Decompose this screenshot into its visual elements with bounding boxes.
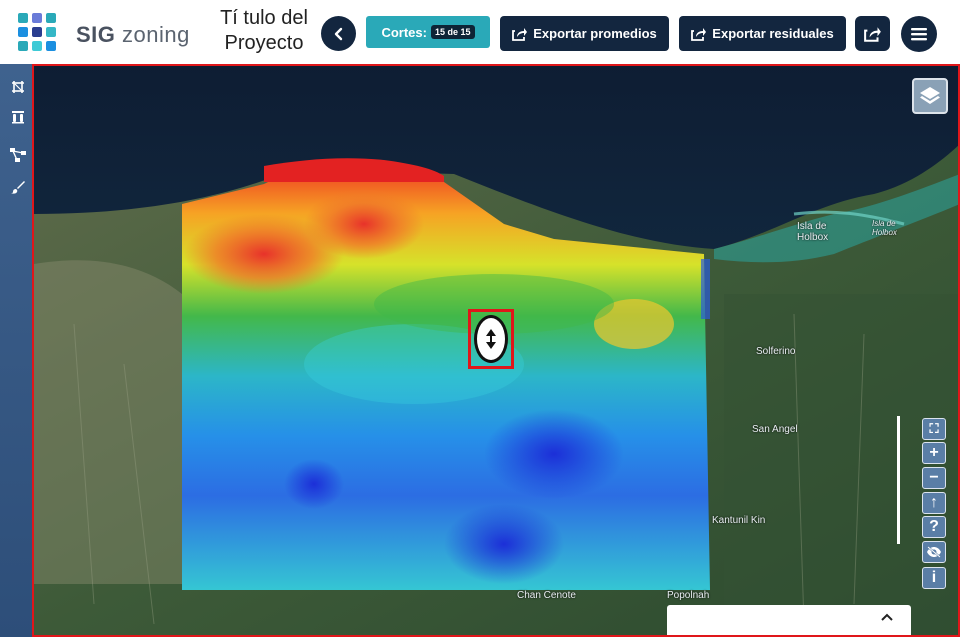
crop-tool-button[interactable]: [9, 78, 27, 96]
logo-text: SIG zoning: [76, 22, 190, 48]
map-label-text: Isla de: [872, 219, 896, 228]
top-header: SIG zoning Tí tulo del Proyecto Cortes: …: [0, 0, 960, 64]
export-promedios-label: Exportar promedios: [533, 26, 657, 41]
cortes-count-badge: 15 de 15: [430, 25, 475, 39]
zoom-in-button[interactable]: +: [922, 442, 946, 464]
menu-button[interactable]: [901, 16, 937, 52]
slice-drag-handle-highlight[interactable]: [468, 309, 514, 369]
map-label-text: Isla de: [797, 221, 827, 232]
info-button[interactable]: i: [922, 567, 946, 589]
north-up-button[interactable]: ↑: [922, 492, 946, 514]
logo-sub: zoning: [122, 22, 190, 47]
project-title-line-1: Tí tulo del: [220, 7, 308, 29]
project-title-line-2: Proyecto: [224, 32, 304, 54]
map-label-text: Holbox: [797, 232, 829, 243]
map-label-isla-de-holbox: Isla de Holbox: [797, 221, 828, 243]
network-tool-button[interactable]: [9, 146, 27, 164]
arrow-up-icon: ↑: [930, 494, 938, 511]
fullscreen-button[interactable]: ⛶: [922, 418, 946, 440]
zoom-out-button[interactable]: −: [922, 467, 946, 489]
bottom-panel-toggle[interactable]: [667, 605, 911, 635]
info-icon: i: [931, 569, 937, 586]
map-label-isla-de-holbox-italic: Isla de Holbox: [872, 219, 897, 237]
map-label-chan-cenote: Chan Cenote: [517, 590, 576, 601]
fullscreen-icon: ⛶: [929, 421, 939, 436]
export-residuales-label: Exportar residuales: [712, 26, 834, 41]
left-toolbar: [0, 64, 34, 637]
map-label-san-angel: San Angel: [752, 424, 798, 435]
chevron-left-icon: [334, 27, 342, 40]
map-label-solferino: Solferino: [756, 346, 796, 357]
export-icon: [512, 27, 528, 41]
brush-icon: [11, 181, 25, 194]
project-title[interactable]: Tí tulo del Proyecto: [210, 6, 318, 56]
map-label-kantunil-kin: Kantunil Kin: [712, 515, 766, 526]
export-promedios-button[interactable]: Exportar promedios: [500, 16, 669, 51]
eye-slash-icon: [927, 546, 941, 558]
export-icon: [691, 27, 707, 41]
layers-icon: [920, 87, 940, 104]
scale-bar: [897, 416, 900, 544]
minus-icon: −: [929, 469, 939, 486]
crop-icon: [12, 81, 24, 93]
slice-drag-handle[interactable]: [474, 315, 508, 363]
map-view[interactable]: Isla de Holbox Isla de Holbox Solferino …: [34, 64, 960, 637]
hide-layer-button[interactable]: [922, 541, 946, 563]
plus-icon: +: [929, 444, 939, 461]
help-button[interactable]: ?: [922, 516, 946, 538]
map-label-text: Holbox: [872, 228, 897, 237]
export-residuales-button[interactable]: Exportar residuales: [679, 16, 846, 51]
share-button[interactable]: [855, 16, 890, 51]
flask-icon: [12, 111, 24, 124]
brush-tool-button[interactable]: [9, 178, 27, 196]
sigzoning-logo-icon: [18, 13, 56, 51]
back-button[interactable]: [321, 16, 356, 51]
logo-main: SIG: [76, 22, 116, 47]
chevron-up-icon: [881, 613, 893, 621]
layers-button[interactable]: [912, 78, 948, 114]
cortes-button[interactable]: Cortes: 15 de 15: [366, 16, 490, 48]
network-icon: [10, 148, 26, 162]
cortes-label: Cortes:: [381, 24, 427, 40]
hamburger-menu-icon: [911, 28, 927, 41]
flask-tool-button[interactable]: [9, 108, 27, 126]
vertical-arrows-icon: [486, 329, 496, 349]
share-icon: [863, 26, 881, 42]
map-label-popolnah: Popolnah: [667, 590, 710, 601]
help-icon: ?: [929, 518, 939, 535]
